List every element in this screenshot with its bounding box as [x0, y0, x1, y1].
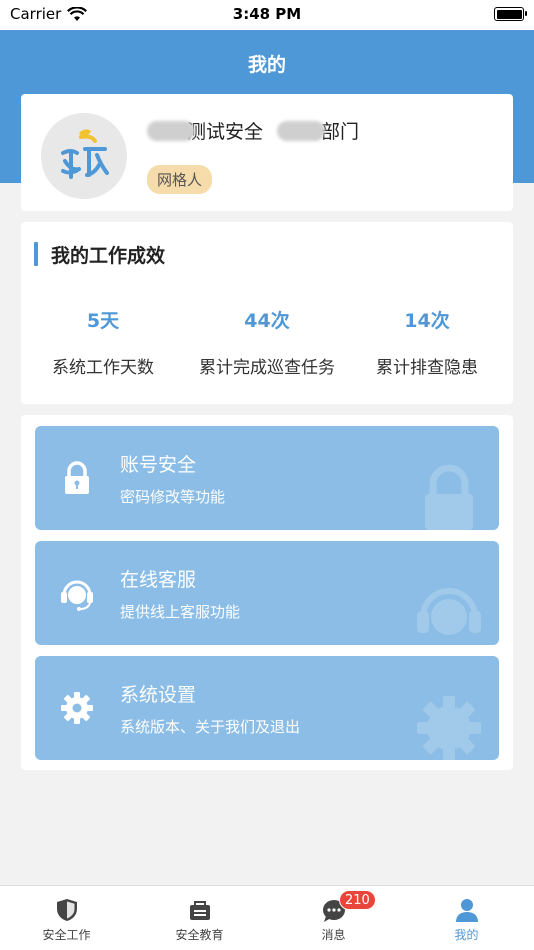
user-info: 测试安全 部门 — [147, 117, 359, 144]
profile-card: 测试安全 部门 网格人 — [21, 94, 513, 211]
stat-hazards: 14次 累计排查隐患 — [345, 306, 509, 378]
status-time: 3:48 PM — [232, 5, 302, 23]
headset-watermark-icon — [417, 588, 481, 635]
lock-icon — [65, 461, 89, 494]
user-icon — [455, 899, 478, 922]
shield-icon — [56, 899, 77, 921]
gear-icon — [61, 692, 93, 724]
stat-label: 累计完成巡查任务 — [199, 358, 335, 378]
battery-icon — [494, 7, 527, 21]
menu-item-subtitle: 系统版本、关于我们及退出 — [120, 718, 301, 736]
menu-item-online-service[interactable]: 在线客服 提供线上客服功能 — [35, 541, 499, 645]
tab-label: 安全教育 — [175, 928, 224, 942]
work-stats-card: 我的工作成效 5天 系统工作天数 44次 累计完成巡查任务 14次 累计排查隐患 — [21, 222, 513, 404]
stat-patrol-tasks: 44次 累计完成巡查任务 — [185, 306, 349, 378]
stat-label: 累计排查隐患 — [376, 358, 478, 378]
redacted-text — [277, 120, 326, 141]
stat-work-days: 5天 系统工作天数 — [21, 306, 185, 378]
user-name: 测试安全 — [187, 121, 264, 143]
lock-watermark-icon — [425, 464, 473, 530]
menu-item-subtitle: 密码修改等功能 — [120, 488, 226, 506]
menu-card: 账号安全 密码修改等功能 在线客服 提供线上客服功能 系统设置 系统版本、关于我… — [21, 415, 513, 770]
avatar-logo-icon — [41, 113, 127, 199]
stat-value: 5天 — [86, 310, 120, 332]
tab-safety-work[interactable]: 安全工作 — [0, 896, 133, 943]
tab-safety-education[interactable]: 安全教育 — [133, 896, 266, 943]
stat-label: 系统工作天数 — [52, 358, 154, 378]
tab-label: 消息 — [321, 928, 346, 942]
gear-watermark-icon — [417, 696, 481, 760]
education-icon — [189, 901, 210, 920]
stat-value: 14次 — [404, 310, 450, 332]
menu-item-system-settings[interactable]: 系统设置 系统版本、关于我们及退出 — [35, 656, 499, 760]
tab-messages[interactable]: 消息 210 — [267, 890, 400, 943]
status-bar: Carrier 3:48 PM — [0, 0, 534, 30]
role-badge: 网格人 — [147, 165, 213, 194]
page-title: 我的 — [247, 54, 286, 76]
menu-item-account-security[interactable]: 账号安全 密码修改等功能 — [35, 426, 499, 530]
avatar[interactable] — [41, 113, 127, 199]
tab-mine[interactable]: 我的 — [400, 896, 533, 943]
tab-label: 我的 — [454, 928, 479, 942]
unread-badge: 210 — [339, 890, 376, 910]
section-accent-bar — [34, 242, 38, 266]
section-title: 我的工作成效 — [51, 245, 166, 267]
menu-item-title: 系统设置 — [120, 684, 197, 706]
headset-icon — [61, 580, 93, 611]
menu-item-subtitle: 提供线上客服功能 — [120, 603, 241, 621]
stat-value: 44次 — [244, 310, 290, 332]
tab-bar: 安全工作 安全教育 消息 210 我的 — [0, 885, 534, 950]
menu-item-title: 在线客服 — [120, 569, 197, 591]
menu-item-title: 账号安全 — [120, 454, 197, 476]
user-department: 部门 — [321, 121, 360, 143]
redacted-text — [147, 120, 195, 141]
tab-label: 安全工作 — [42, 928, 91, 942]
